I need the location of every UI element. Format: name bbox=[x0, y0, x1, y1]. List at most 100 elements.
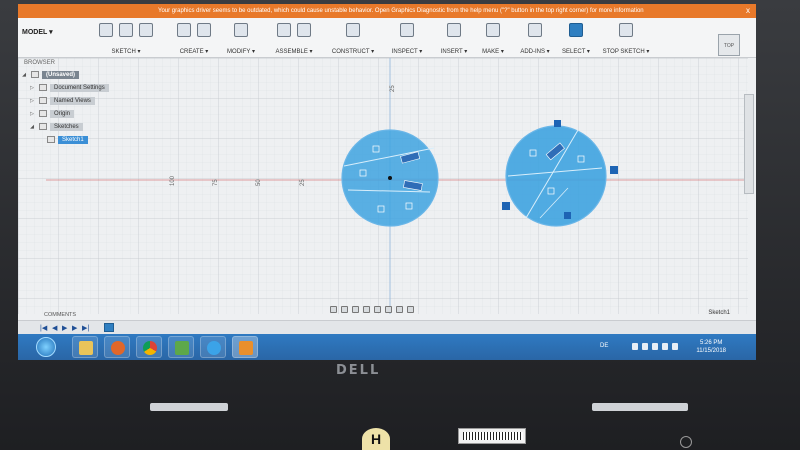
make-menu-label[interactable]: MAKE ▾ bbox=[476, 48, 510, 55]
chrome-icon bbox=[143, 341, 157, 355]
create-menu-label[interactable]: CREATE ▾ bbox=[172, 48, 216, 55]
flag-icon[interactable] bbox=[652, 343, 658, 350]
sketch-icon bbox=[99, 23, 113, 37]
axis-tick-label: 100 bbox=[170, 175, 176, 186]
plane-icon bbox=[346, 23, 360, 37]
stop-sketch-menu-label[interactable]: STOP SKETCH ▾ bbox=[596, 48, 656, 55]
sketch-handle[interactable] bbox=[610, 166, 618, 174]
timeline-back-button[interactable]: ◀ bbox=[52, 324, 57, 332]
toolbar-group-add-ins[interactable]: ADD-INS ▾ bbox=[512, 18, 558, 58]
start-button[interactable] bbox=[36, 337, 56, 357]
taskbar-app-games[interactable] bbox=[168, 336, 194, 358]
hinge-strip bbox=[150, 403, 228, 411]
browser-root-row[interactable]: ◢ (Unsaved) bbox=[18, 68, 136, 81]
main-toolbar: MODEL ▾ SKETCH ▾ CREATE ▾ MODIFY ▾ ASSEM… bbox=[18, 18, 756, 58]
collapse-icon[interactable]: ◢ bbox=[20, 72, 28, 78]
view-cube[interactable]: TOP bbox=[718, 34, 740, 56]
clock-date: 11/15/2018 bbox=[696, 348, 726, 354]
browser-item-sketches[interactable]: ◢ Sketches bbox=[18, 120, 136, 133]
sketch-handle[interactable] bbox=[564, 212, 571, 219]
sticker-badge: H bbox=[362, 428, 390, 450]
assemble-menu-label[interactable]: ASSEMBLE ▾ bbox=[266, 48, 322, 55]
axis-tick-label: 25 bbox=[390, 85, 396, 92]
folder-icon bbox=[79, 341, 93, 355]
warning-text: Your graphics driver seems to be outdate… bbox=[158, 8, 644, 14]
toolbar-group-modify[interactable]: MODIFY ▾ bbox=[218, 18, 264, 58]
construct-menu-label[interactable]: CONSTRUCT ▾ bbox=[324, 48, 382, 55]
browser-item-named-views[interactable]: ▷ Named Views bbox=[18, 94, 136, 107]
folder-icon bbox=[39, 97, 47, 104]
gear-icon bbox=[39, 84, 47, 91]
expand-icon[interactable]: ▷ bbox=[28, 98, 36, 104]
games-icon bbox=[175, 341, 189, 355]
power-icon[interactable] bbox=[680, 436, 692, 448]
toolbar-group-sketch[interactable]: SKETCH ▾ bbox=[80, 18, 172, 58]
hinge-strip bbox=[592, 403, 688, 411]
add-ins-menu-label[interactable]: ADD-INS ▾ bbox=[512, 48, 558, 55]
sketch-circle-left[interactable] bbox=[341, 129, 439, 227]
clock[interactable]: 5:26 PM 11/15/2018 bbox=[696, 339, 726, 355]
axis-tick-label: 50 bbox=[256, 179, 262, 186]
select-menu-label[interactable]: SELECT ▾ bbox=[558, 48, 594, 55]
document-icon bbox=[31, 71, 39, 78]
browser-title: BROWSER bbox=[24, 60, 56, 66]
active-sketch-indicator: Sketch1 bbox=[708, 310, 730, 316]
timeline-sketch-feature[interactable] bbox=[104, 323, 114, 332]
taskbar-app-explorer[interactable] bbox=[72, 336, 98, 358]
volume-icon[interactable] bbox=[672, 343, 678, 350]
collapse-icon[interactable]: ◢ bbox=[28, 124, 36, 130]
image-icon bbox=[447, 23, 461, 37]
timeline-start-button[interactable]: |◀ bbox=[40, 324, 47, 332]
toolbar-group-construct[interactable]: CONSTRUCT ▾ bbox=[324, 18, 382, 58]
browser-item-document-settings[interactable]: ▷ Document Settings bbox=[18, 81, 136, 94]
measure-icon bbox=[400, 23, 414, 37]
insert-menu-label[interactable]: INSERT ▾ bbox=[432, 48, 476, 55]
timeline-end-button[interactable]: ▶| bbox=[82, 324, 89, 332]
browser-panel: BROWSER ◢ (Unsaved) ▷ Document Settings … bbox=[18, 58, 136, 144]
component-icon bbox=[297, 23, 311, 37]
timeline-play-button[interactable]: ▶ bbox=[62, 324, 67, 332]
toolbar-group-assemble[interactable]: ASSEMBLE ▾ bbox=[266, 18, 322, 58]
printer-icon bbox=[486, 23, 500, 37]
network-icon[interactable] bbox=[662, 343, 668, 350]
toolbar-group-stop-sketch[interactable]: STOP SKETCH ▾ bbox=[596, 18, 656, 58]
workspace-switcher[interactable]: MODEL ▾ bbox=[22, 28, 53, 36]
battery-icon[interactable] bbox=[642, 343, 648, 350]
toolbar-group-inspect[interactable]: INSPECT ▾ bbox=[384, 18, 430, 58]
select-cursor-icon bbox=[569, 23, 583, 37]
timeline-forward-button[interactable]: ▶ bbox=[72, 324, 77, 332]
expand-icon[interactable]: ▷ bbox=[28, 111, 36, 117]
sketch-palette-collapsed[interactable] bbox=[744, 94, 754, 194]
browser-item-label: Sketches bbox=[50, 122, 83, 131]
toolbar-group-make[interactable]: MAKE ▾ bbox=[476, 18, 510, 58]
browser-item-sketch1[interactable]: Sketch1 bbox=[18, 133, 136, 146]
browser-item-origin[interactable]: ▷ Origin bbox=[18, 107, 136, 120]
modify-menu-label[interactable]: MODIFY ▾ bbox=[218, 48, 264, 55]
sketch-menu-label[interactable]: SKETCH ▾ bbox=[80, 48, 172, 55]
box-icon bbox=[177, 23, 191, 37]
windows-taskbar: DE 5:26 PM 11/15/2018 bbox=[18, 334, 756, 360]
timeline: |◀ ◀ ▶ ▶ ▶| bbox=[18, 320, 756, 334]
toolbar-group-select[interactable]: SELECT ▾ bbox=[558, 18, 594, 58]
modify-icon bbox=[234, 23, 248, 37]
comments-panel[interactable]: COMMENTS bbox=[18, 310, 756, 320]
close-warning-icon[interactable]: x bbox=[746, 6, 750, 15]
grid-icon bbox=[197, 23, 211, 37]
taskbar-app-internet-explorer[interactable] bbox=[200, 336, 226, 358]
expand-icon[interactable]: ▷ bbox=[28, 85, 36, 91]
axis-tick-label: 25 bbox=[300, 179, 306, 186]
inspect-menu-label[interactable]: INSPECT ▾ bbox=[384, 48, 430, 55]
play-icon bbox=[111, 341, 125, 355]
toolbar-group-insert[interactable]: INSERT ▾ bbox=[432, 18, 476, 58]
toolbar-group-create[interactable]: CREATE ▾ bbox=[172, 18, 216, 58]
axis-tick-label: 75 bbox=[213, 179, 219, 186]
input-language[interactable]: DE bbox=[600, 343, 608, 349]
taskbar-app-chrome[interactable] bbox=[136, 336, 162, 358]
sketch-handle[interactable] bbox=[502, 202, 510, 210]
taskbar-app-fusion[interactable] bbox=[232, 336, 258, 358]
barcode bbox=[463, 432, 523, 440]
dell-logo: DELL bbox=[336, 363, 381, 378]
sketch-handle[interactable] bbox=[554, 120, 561, 127]
lock-icon[interactable] bbox=[632, 343, 638, 350]
taskbar-app-media[interactable] bbox=[104, 336, 130, 358]
